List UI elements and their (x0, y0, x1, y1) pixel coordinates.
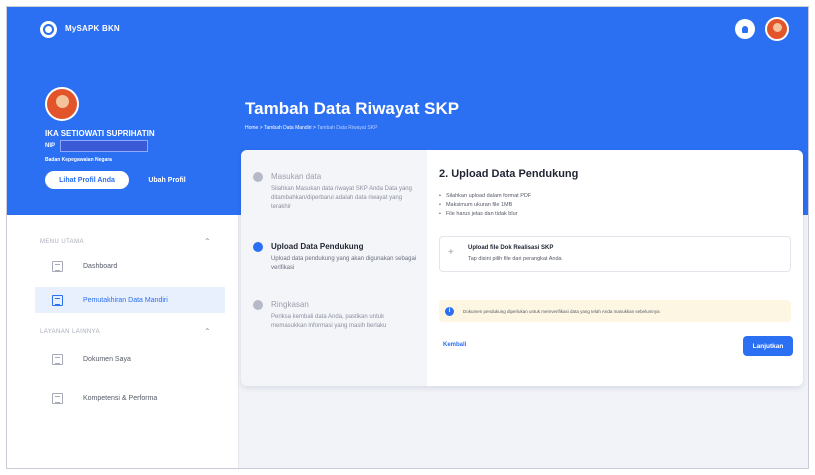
info-notice: i Dokumen pendukung diperlukan untuk mem… (439, 300, 791, 322)
step-indicator (253, 172, 263, 182)
profile-name: IKA SETIOWATI SUPRIHATIN (45, 129, 155, 138)
upload-subtitle: Tap disini pilih file dari perangkat And… (468, 256, 562, 262)
upload-section: 2. Upload Data Pendukung Silahkan upload… (427, 150, 803, 386)
edit-profile-button[interactable]: Ubah Profil (137, 171, 197, 189)
step-description: Silahkan Masukan data riwayat SKP Anda D… (271, 186, 412, 210)
step-title: Ringkasan (271, 300, 309, 309)
plus-icon: + (448, 247, 454, 258)
data-update-icon (52, 294, 63, 306)
stepper: Masukan data Silahkan Masukan data riway… (241, 150, 427, 386)
sidebar-item-dashboard[interactable]: Dashboard (35, 253, 225, 279)
breadcrumb: Home > Tambah Data Mandiri > Tambah Data… (245, 125, 377, 131)
rule-item: File harus jelas dan tidak blur (439, 210, 531, 219)
rule-item: Silahkan upload dalam format PDF (439, 192, 531, 201)
nip-label: NIP (45, 143, 56, 149)
notice-text: Dokumen pendukung diperlukan untuk memve… (463, 308, 660, 314)
section-other-label: LAYANAN LAINNYA (40, 329, 101, 335)
bell-icon[interactable] (735, 19, 755, 39)
sidebar-item-competence[interactable]: Kompetensi & Performa (35, 385, 225, 411)
upload-title: Upload file Dok Realisasi SKP (468, 245, 554, 251)
breadcrumb-separator: > (312, 125, 316, 131)
logo-icon[interactable] (40, 21, 57, 38)
breadcrumb-current: Tambah Data Riwayat SKP (317, 125, 378, 131)
step-description: Periksa kembali data Anda, pastikan untu… (271, 314, 387, 329)
step-description: Upload data pendukung yang akan digunaka… (271, 256, 417, 271)
form-card: Masukan data Silahkan Masukan data riway… (241, 150, 803, 386)
breadcrumb-separator: > (259, 125, 263, 131)
section-title: 2. Upload Data Pendukung (439, 168, 579, 180)
page-title: Tambah Data Riwayat SKP (245, 99, 460, 118)
upload-dropzone[interactable]: + Upload file Dok Realisasi SKP Tap disi… (439, 236, 791, 272)
back-button[interactable]: Kembali (443, 342, 466, 348)
profile-organization: Badan Kepegawaian Negara (45, 157, 112, 163)
step-title: Upload Data Pendukung (271, 242, 364, 251)
competence-icon (52, 392, 63, 404)
app-name: MySAPK BKN (65, 24, 120, 33)
breadcrumb-parent[interactable]: Tambah Data Mandiri (264, 125, 312, 131)
rule-item: Maksimum ukuran file 1MB (439, 201, 531, 210)
section-main-label: MENU UTAMA (40, 239, 84, 245)
sidebar-item-label: Kompetensi & Performa (83, 394, 158, 402)
document-icon (52, 353, 63, 365)
sidebar: MENU UTAMA ⌃ Dashboard Pemutakhiran Data… (7, 215, 239, 468)
step-title: Masukan data (271, 172, 322, 181)
top-bar: MySAPK BKN (7, 7, 808, 49)
sidebar-item-label: Dokumen Saya (83, 355, 131, 363)
dashboard-icon (52, 260, 63, 272)
nip-redacted (60, 140, 148, 152)
chevron-up-icon[interactable]: ⌃ (204, 327, 211, 336)
step-indicator (253, 242, 263, 252)
upload-rules: Silahkan upload dalam format PDF Maksimu… (439, 192, 531, 219)
next-button[interactable]: Lanjutkan (743, 336, 793, 356)
avatar[interactable] (765, 17, 789, 41)
view-profile-button[interactable]: Lihat Profil Anda (45, 171, 129, 189)
info-icon: i (445, 306, 454, 316)
sidebar-item-label: Pemutakhiran Data Mandiri (83, 296, 168, 304)
profile-avatar (45, 87, 79, 121)
sidebar-item-label: Dashboard (83, 262, 118, 270)
step-indicator (253, 300, 263, 310)
app-frame: MySAPK BKN IKA SETIOWATI SUPRIHATIN NIP … (6, 6, 809, 469)
chevron-up-icon[interactable]: ⌃ (204, 237, 211, 246)
sidebar-item-data-update[interactable]: Pemutakhiran Data Mandiri (35, 287, 225, 313)
sidebar-item-documents[interactable]: Dokumen Saya (35, 346, 225, 372)
breadcrumb-home[interactable]: Home (245, 125, 258, 131)
